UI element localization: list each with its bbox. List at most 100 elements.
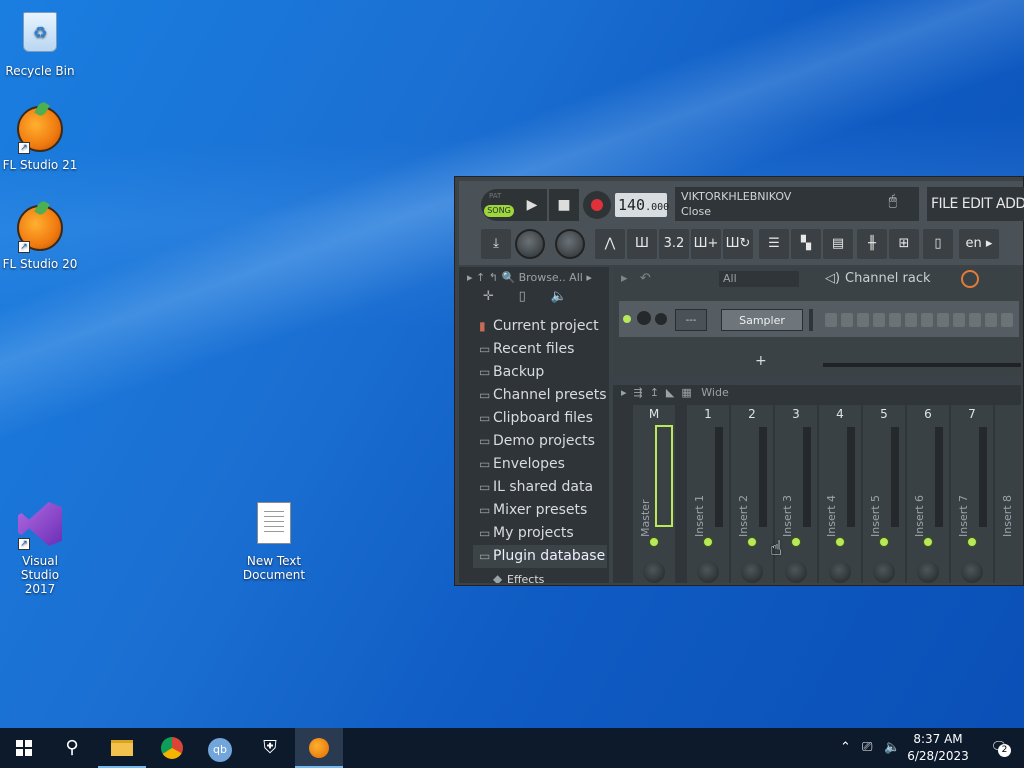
desktop-icon-fl-studio-20[interactable]: ↗ FL Studio 20 [0, 205, 80, 271]
pattern-song-toggle[interactable]: PAT SONG [481, 189, 517, 221]
language-button[interactable]: en ▸ [959, 229, 999, 259]
countdown-icon[interactable]: 3.2 [659, 229, 689, 259]
plugin-picker-icon[interactable]: ⊞ [889, 229, 919, 259]
taskbar-qbittorrent[interactable]: qb [196, 728, 244, 768]
swing-knob[interactable] [961, 270, 979, 288]
browser-item[interactable]: ▭ Demo projects [473, 430, 607, 453]
master-volume-knob[interactable] [515, 229, 545, 259]
step-pad[interactable] [969, 313, 981, 327]
start-button[interactable] [0, 728, 48, 768]
channel-volume-knob[interactable] [655, 313, 667, 325]
step-pad[interactable] [937, 313, 949, 327]
strip-enable-led[interactable] [967, 537, 977, 547]
record-button[interactable] [583, 191, 611, 219]
strip-fader[interactable] [935, 427, 943, 527]
show-hidden-icons-chevron-icon[interactable]: ⌃ [840, 728, 851, 768]
project-icon[interactable]: ▯ [923, 229, 953, 259]
tempo-display[interactable]: 140.000 [615, 193, 669, 217]
browser-header[interactable]: ▸ ↑ ↰ 🔍 Browse.. All ▸ [459, 267, 609, 289]
strip-pan-knob[interactable] [829, 561, 851, 583]
strip-fader[interactable] [803, 427, 811, 527]
strip-enable-led[interactable] [923, 537, 933, 547]
mixer-view-mode[interactable]: Wide [701, 386, 728, 399]
mixer-strip-master[interactable]: M Master [633, 405, 675, 583]
arrow-icon[interactable]: ▸ ↶ [621, 267, 651, 291]
channel-mute-led[interactable] [623, 315, 631, 323]
strip-pan-knob[interactable] [917, 561, 939, 583]
mixer-strip[interactable]: 4 Insert 4 [819, 405, 861, 583]
fl-studio-window[interactable]: PAT SONG ▶ ■ 140.000 VIKTORKHLEBNIKOV Cl… [454, 176, 1024, 586]
mixer-strip[interactable]: 5 Insert 5 [863, 405, 905, 583]
rack-scrollbar[interactable] [823, 363, 1021, 367]
strip-pan-knob[interactable] [785, 561, 807, 583]
download-icon[interactable]: ⤓ [481, 229, 511, 259]
master-pitch-knob[interactable] [555, 229, 585, 259]
network-icon[interactable]: ⎚ [862, 728, 872, 768]
strip-enable-led[interactable] [649, 537, 659, 547]
play-button[interactable]: ▶ [517, 189, 547, 221]
step-pad[interactable] [985, 313, 997, 327]
mixer-nav-icons[interactable]: ▸ ⇶ ↥ ◣ ▦ [621, 386, 692, 399]
mixer-icon[interactable]: ╫ [857, 229, 887, 259]
loop-record-icon[interactable]: Ш↻ [723, 229, 753, 259]
step-pad[interactable] [953, 313, 965, 327]
desktop-icon-visual-studio[interactable]: ↗ Visual Studio 2017 [0, 502, 80, 596]
browser-item[interactable]: ▭ My projects [473, 522, 607, 545]
step-pad[interactable] [889, 313, 901, 327]
browser-item[interactable]: ▭ Clipboard files [473, 407, 607, 430]
channel-rack-icon[interactable]: ▤ [823, 229, 853, 259]
notification-center-button[interactable]: 🗨 2 [984, 728, 1014, 768]
playlist-icon[interactable]: ☰ [759, 229, 789, 259]
wait-for-input-icon[interactable]: Ш [627, 229, 657, 259]
step-pad[interactable] [921, 313, 933, 327]
desktop-icon-fl-studio-21[interactable]: ↗ FL Studio 21 [0, 106, 80, 172]
channel-row[interactable]: --- Sampler [619, 301, 1019, 337]
add-channel-button[interactable]: + [755, 353, 767, 369]
browser-item[interactable]: ▭ Channel presets [473, 384, 607, 407]
desktop-icon-new-text-document[interactable]: New Text Document [234, 502, 314, 582]
channel-pan-knob[interactable] [637, 311, 651, 325]
strip-pan-knob[interactable] [961, 561, 983, 583]
strip-fader[interactable] [715, 427, 723, 527]
strip-enable-led[interactable] [703, 537, 713, 547]
strip-pan-knob[interactable] [697, 561, 719, 583]
step-pad[interactable] [1001, 313, 1013, 327]
strip-fader[interactable] [891, 427, 899, 527]
step-pad[interactable] [857, 313, 869, 327]
strip-enable-led[interactable] [747, 537, 757, 547]
mixer-strip[interactable]: Insert 8 [995, 405, 1021, 583]
browser-item[interactable]: ▭ Plugin database [473, 545, 607, 568]
strip-enable-led[interactable] [791, 537, 801, 547]
taskbar-file-explorer[interactable] [98, 728, 146, 768]
step-pad[interactable] [873, 313, 885, 327]
step-edit-icon[interactable]: Ш+ [691, 229, 721, 259]
browser-item[interactable]: ▭ Backup [473, 361, 607, 384]
browser-item[interactable]: ▭ IL shared data [473, 476, 607, 499]
step-pad[interactable] [841, 313, 853, 327]
step-pad[interactable] [825, 313, 837, 327]
mixer-strip[interactable]: 6 Insert 6 [907, 405, 949, 583]
channel-select-strip[interactable] [809, 309, 813, 331]
strip-pan-knob[interactable] [643, 561, 665, 583]
stop-button[interactable]: ■ [549, 189, 579, 221]
channel-name-button[interactable]: Sampler [721, 309, 803, 331]
strip-pan-knob[interactable] [741, 561, 763, 583]
taskbar-fl-studio[interactable] [295, 728, 343, 768]
piano-roll-icon[interactable]: ▚ [791, 229, 821, 259]
mixer-track-selector[interactable]: --- [675, 309, 707, 331]
browser-item[interactable]: ◆ Effects [473, 568, 607, 583]
channel-filter-select[interactable]: All [719, 271, 799, 287]
strip-fader[interactable] [759, 427, 767, 527]
browser-tabs[interactable]: ✛ ▯ 🔈 [459, 289, 609, 313]
strip-fader[interactable] [847, 427, 855, 527]
browser-item[interactable]: ▭ Mixer presets [473, 499, 607, 522]
browser-item[interactable]: ▮ Current project [473, 315, 607, 338]
strip-pan-knob[interactable] [873, 561, 895, 583]
metronome-icon[interactable]: ⋀ [595, 229, 625, 259]
system-clock[interactable]: 8:37 AM 6/28/2023 [898, 731, 978, 765]
search-button[interactable]: ⚲ [48, 728, 96, 768]
step-pad[interactable] [905, 313, 917, 327]
strip-fader[interactable] [979, 427, 987, 527]
browser-item[interactable]: ▭ Recent files [473, 338, 607, 361]
browser-item[interactable]: ▭ Envelopes [473, 453, 607, 476]
